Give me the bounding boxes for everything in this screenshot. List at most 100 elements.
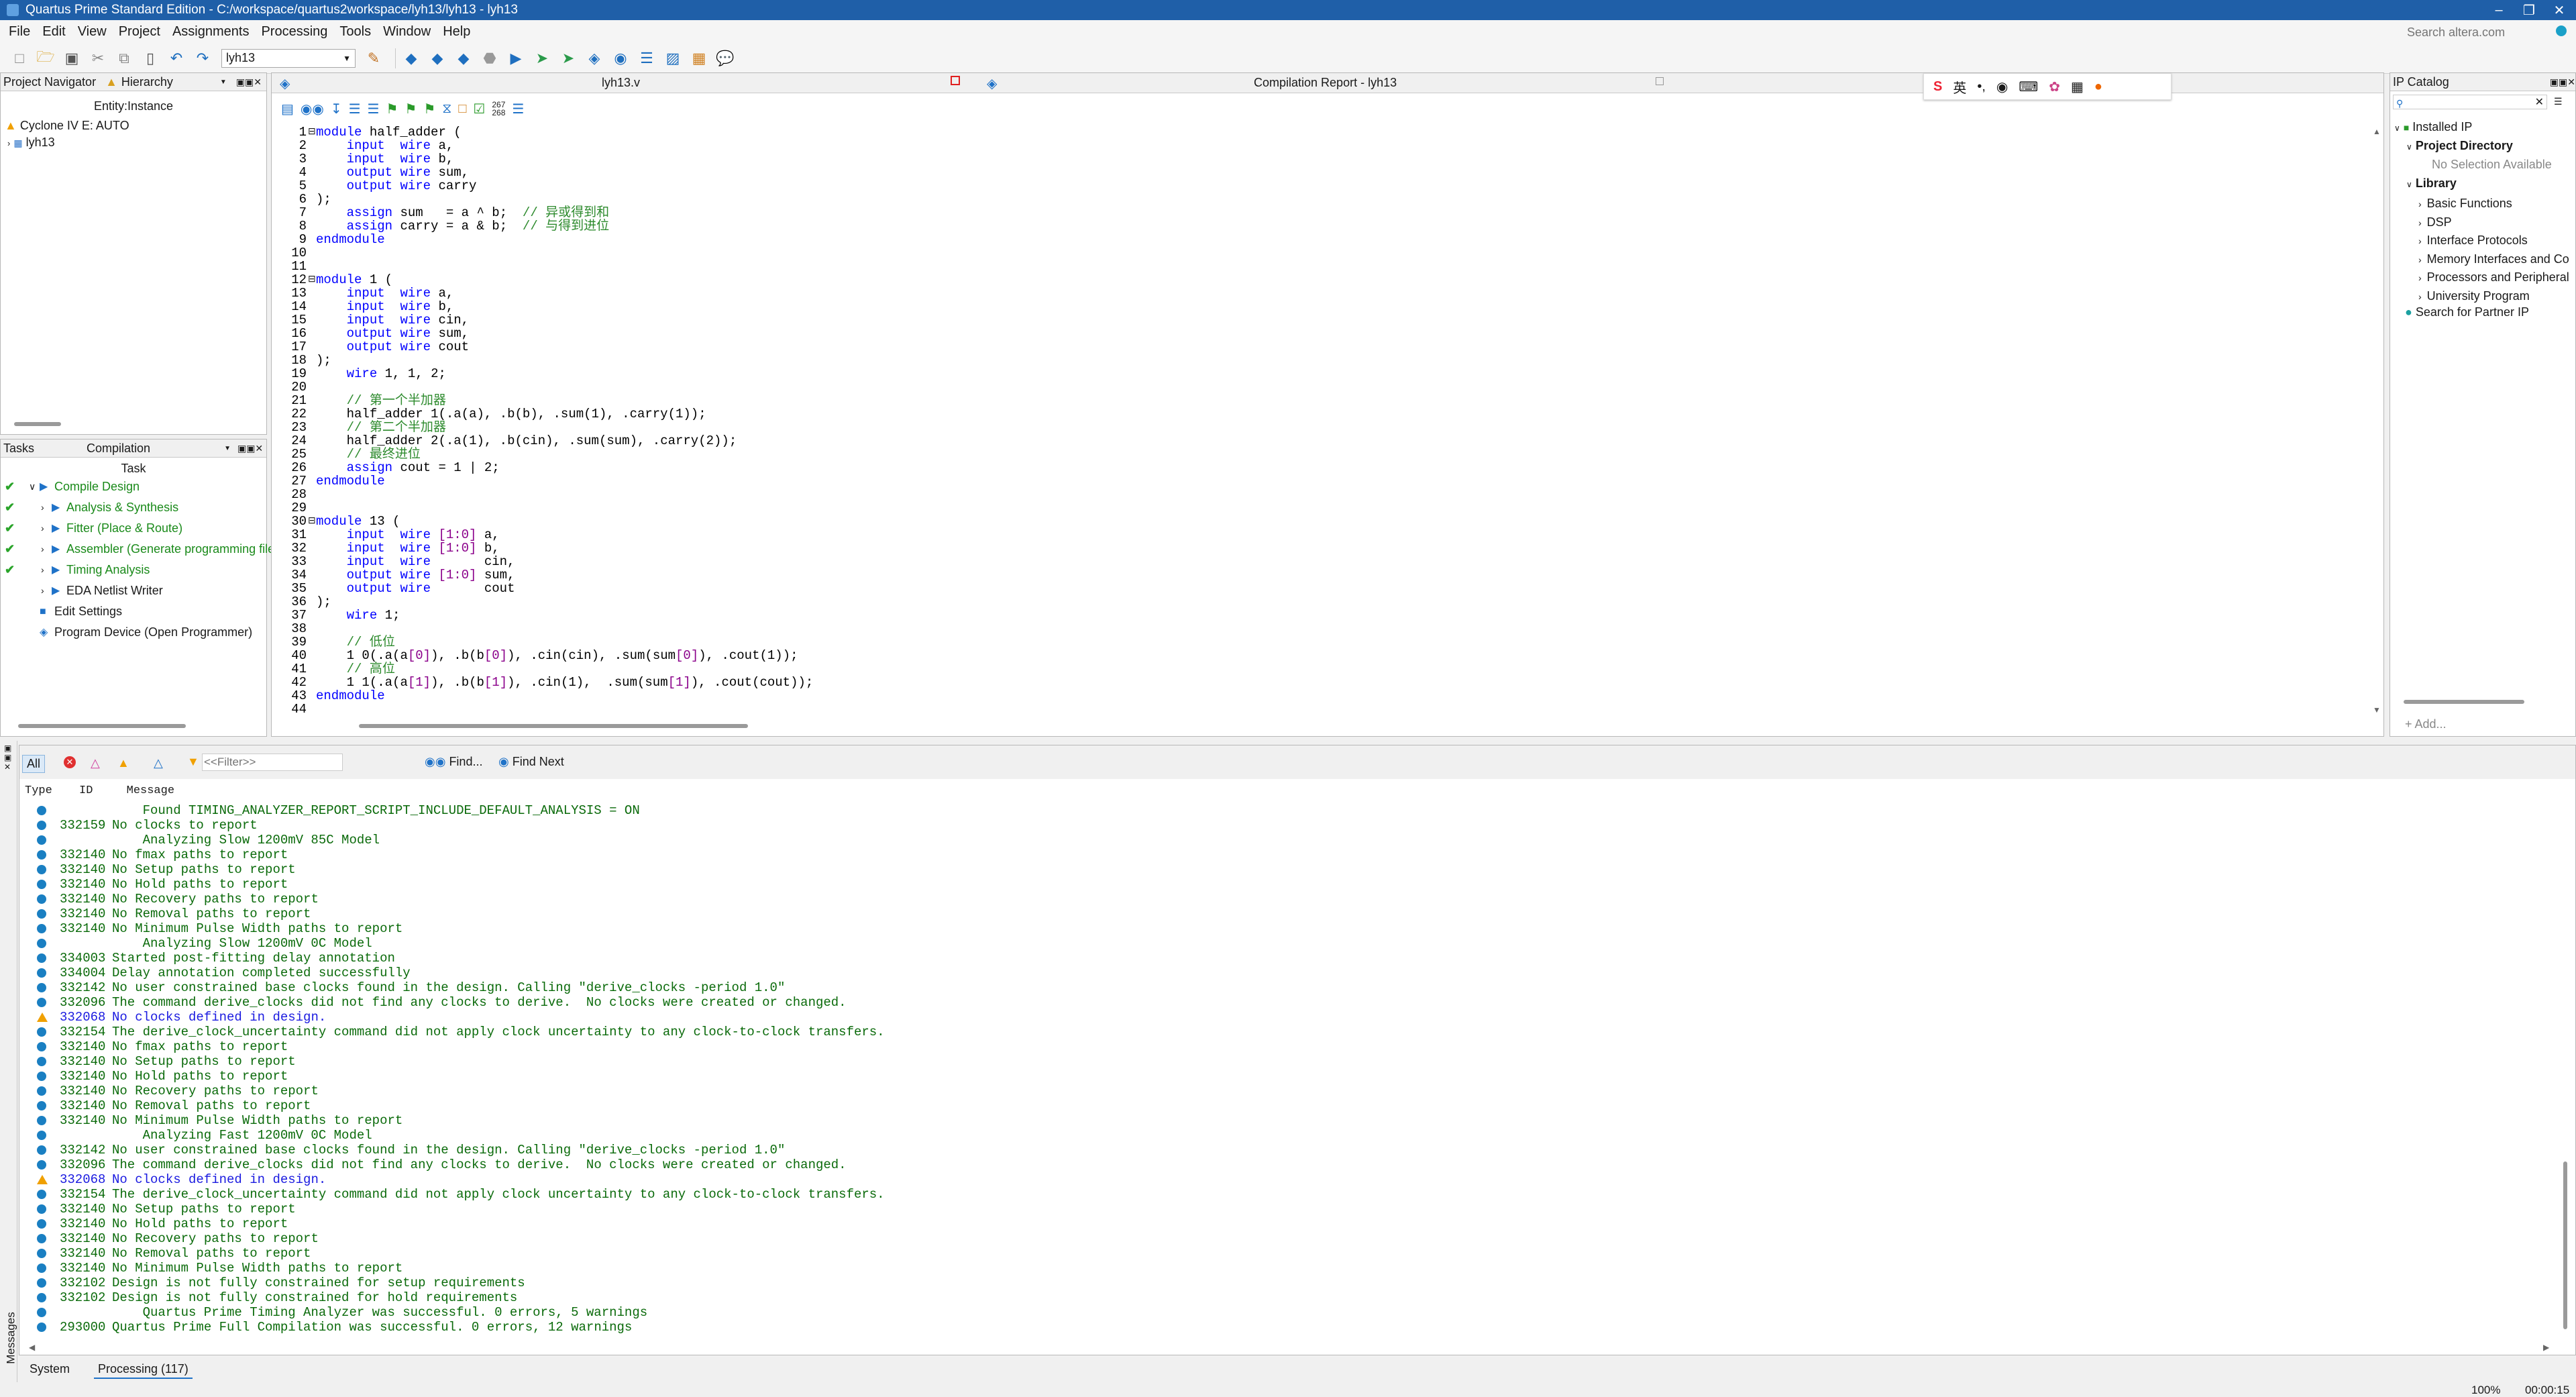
scroll-down-icon[interactable]: ▼: [2373, 705, 2381, 715]
chevron-down-icon[interactable]: ∨: [2406, 180, 2412, 189]
start-compilation-icon[interactable]: ▶: [506, 48, 526, 68]
ip-project-dir-row[interactable]: ∨ Project Directory: [2406, 139, 2513, 153]
programmer-icon[interactable]: ▨: [663, 48, 683, 68]
paste-icon[interactable]: ▯: [140, 48, 160, 68]
warning-filter-icon[interactable]: ▲: [117, 756, 129, 770]
info-filter-icon[interactable]: △: [154, 756, 163, 770]
ip-library-item[interactable]: › Basic Functions: [2418, 197, 2512, 211]
task-row[interactable]: ■ Edit Settings: [1, 601, 266, 622]
message-row[interactable]: 332140 No Setup paths to report: [60, 1202, 296, 1217]
minimize-button[interactable]: –: [2482, 0, 2516, 20]
message-row[interactable]: 332140 No Recovery paths to report: [60, 1231, 319, 1246]
goto-line-icon[interactable]: ↧: [331, 101, 342, 117]
message-row[interactable]: 332154 The derive_clock_uncertainty comma…: [60, 1025, 885, 1039]
settings-icon[interactable]: ✎: [364, 48, 384, 68]
uncomment-icon[interactable]: ☑: [473, 101, 485, 117]
new-file-icon[interactable]: □: [9, 48, 30, 68]
code-text[interactable]: module half_adder ( input wire a, input …: [316, 125, 813, 716]
message-row[interactable]: 332096 The command derive_clocks did not …: [60, 995, 847, 1010]
rtl-viewer-icon[interactable]: ☰: [637, 48, 657, 68]
close-tab-icon[interactable]: [951, 76, 960, 85]
bookmark-icon[interactable]: ⚑: [386, 101, 398, 117]
close-report-tab-icon[interactable]: [1656, 77, 1664, 85]
message-row[interactable]: 332102 Design is not fully constrained fo…: [60, 1290, 517, 1305]
message-row[interactable]: Analyzing Slow 1200mV 85C Model: [60, 833, 380, 847]
message-row[interactable]: 332142 No user constrained base clocks fo…: [60, 980, 785, 995]
cut-icon[interactable]: ✂: [88, 48, 108, 68]
ip-library-row[interactable]: ∨ Library: [2406, 176, 2457, 191]
dock-icons[interactable]: ▣ ▣ ✕: [4, 743, 11, 772]
revision-select[interactable]: lyh13 ▼: [221, 48, 356, 68]
task-row[interactable]: ✔ › ▶ Fitter (Place & Route): [1, 518, 266, 539]
timing-icon[interactable]: ◈: [584, 48, 604, 68]
chevron-down-icon[interactable]: ∨: [2394, 123, 2400, 133]
chevron-icon[interactable]: ›: [41, 560, 44, 580]
message-row[interactable]: 334004 Delay annotation completed success…: [60, 966, 411, 980]
platform-designer-icon[interactable]: ▦: [689, 48, 709, 68]
find-button[interactable]: ◉◉ Find...: [425, 755, 482, 769]
task-row[interactable]: ✔ › ▶ Assembler (Generate programming files…: [1, 539, 284, 560]
tab-lyh13-v[interactable]: lyh13.v: [602, 76, 640, 90]
pin-planner-icon[interactable]: ◆: [427, 48, 447, 68]
clear-search-icon[interactable]: ✕: [2535, 95, 2544, 109]
help-bubble-icon[interactable]: 💬: [715, 48, 735, 68]
partner-ip-row[interactable]: ● Search for Partner IP: [2405, 305, 2529, 319]
next-bookmark-icon[interactable]: ⚑: [423, 101, 435, 117]
chevron-icon[interactable]: ›: [41, 518, 44, 539]
message-row[interactable]: 332140 No Removal paths to report: [60, 907, 311, 921]
message-row[interactable]: 332142 No user constrained base clocks fo…: [60, 1143, 785, 1157]
unindent-icon[interactable]: ☰: [368, 101, 380, 117]
message-row[interactable]: 332140 No Removal paths to report: [60, 1246, 311, 1261]
sogou-icon[interactable]: S: [1933, 79, 1942, 95]
stop-icon[interactable]: ⬣: [480, 48, 500, 68]
message-row[interactable]: Analyzing Fast 1200mV 0C Model: [60, 1128, 372, 1143]
add-ip-button[interactable]: + Add...: [2405, 717, 2447, 731]
menu-edit[interactable]: Edit: [36, 24, 71, 40]
punct-icon[interactable]: •,: [1977, 79, 1986, 95]
menu-project[interactable]: Project: [113, 24, 166, 40]
search-icon[interactable]: [2556, 25, 2567, 36]
find-next-button[interactable]: ◉ Find Next: [498, 755, 564, 769]
message-row[interactable]: 332140 No Recovery paths to report: [60, 892, 319, 907]
ip-library-item[interactable]: › Memory Interfaces and Co: [2418, 252, 2569, 266]
navigator-scrollbar[interactable]: [14, 422, 61, 426]
close-button[interactable]: ✕: [2542, 0, 2576, 20]
insert-template-icon[interactable]: ⧖: [442, 101, 451, 117]
tab-processing[interactable]: Processing (117): [94, 1361, 193, 1379]
editor-hscrollbar[interactable]: [359, 724, 748, 728]
menu-processing[interactable]: Processing: [255, 24, 333, 40]
mascot-icon[interactable]: ●: [2094, 79, 2102, 95]
tab-compilation-report[interactable]: Compilation Report - lyh13: [1254, 76, 1397, 90]
message-filter-input[interactable]: [202, 754, 343, 771]
chevron-down-icon[interactable]: ▼: [220, 79, 227, 86]
task-row[interactable]: › ▶ EDA Netlist Writer: [1, 580, 266, 601]
block-comment-icon[interactable]: □: [458, 101, 466, 117]
message-row[interactable]: 293000 Quartus Prime Full Compilation was…: [60, 1320, 632, 1335]
message-row[interactable]: 332096 The command derive_clocks did not …: [60, 1157, 847, 1172]
toggle-panel-icon[interactable]: ▤: [281, 101, 294, 117]
ip-library-item[interactable]: › Processors and Peripheral: [2418, 270, 2569, 284]
redo-icon[interactable]: ↷: [193, 48, 213, 68]
open-folder-icon[interactable]: 🗁: [36, 48, 56, 68]
chevron-right-icon[interactable]: ›: [2418, 217, 2422, 228]
ip-scrollbar[interactable]: [2404, 700, 2524, 704]
message-row[interactable]: Quartus Prime Timing Analyzer was succes…: [60, 1305, 648, 1320]
message-row[interactable]: 332140 No Removal paths to report: [60, 1098, 311, 1113]
find-icon[interactable]: ◉◉: [301, 101, 324, 117]
filter-all-button[interactable]: All: [22, 755, 46, 773]
message-row[interactable]: 332140 No Minimum Pulse Width paths to re…: [60, 1113, 402, 1128]
message-row[interactable]: 332140 No Hold paths to report: [60, 1217, 288, 1231]
chevron-icon[interactable]: ›: [41, 539, 44, 560]
top-entity-row[interactable]: › ▦ lyh13: [1, 136, 266, 150]
messages-vscrollbar[interactable]: [2563, 1161, 2567, 1329]
chip-planner-icon[interactable]: ◆: [453, 48, 474, 68]
task-row[interactable]: ✔ › ▶ Analysis & Synthesis: [1, 497, 266, 518]
message-row[interactable]: 332140 No fmax paths to report: [60, 1039, 288, 1054]
scroll-left-icon[interactable]: ◀: [29, 1343, 35, 1352]
message-row[interactable]: 332140 No Setup paths to report: [60, 862, 296, 877]
message-row[interactable]: 332140 No fmax paths to report: [60, 847, 288, 862]
menu-window[interactable]: Window: [377, 24, 437, 40]
tab-system[interactable]: System: [30, 1362, 70, 1376]
ip-options-icon[interactable]: ☰: [2554, 96, 2563, 107]
menu-assignments[interactable]: Assignments: [166, 24, 256, 40]
